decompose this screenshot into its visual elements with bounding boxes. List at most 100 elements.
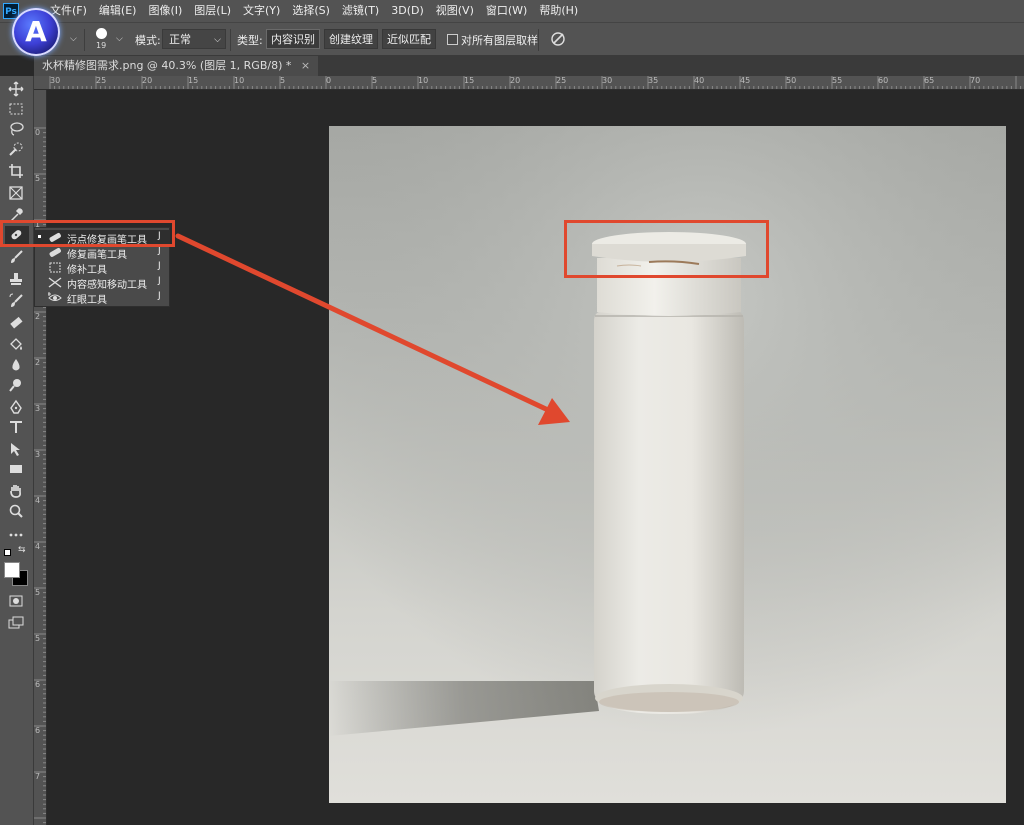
ruler-top-label: 15: [188, 76, 199, 85]
mode-value: 正常: [169, 33, 191, 46]
flyout-item-shortcut: J: [158, 261, 161, 271]
lasso-tool[interactable]: [5, 120, 29, 140]
menu-help[interactable]: 帮助(H): [533, 0, 584, 22]
swap-arrow-icon: ⇆: [18, 545, 26, 555]
quick-mask-button[interactable]: [5, 592, 29, 612]
healing-brush-icon: [49, 248, 61, 257]
menu-view[interactable]: 视图(V): [430, 0, 480, 22]
tools-panel: ⇆: [0, 76, 34, 825]
more-icon: [9, 533, 23, 537]
menu-type[interactable]: 文字(Y): [237, 0, 286, 22]
brush-chevron-down-icon[interactable]: ⌵: [116, 34, 123, 44]
flyout-item-healing-brush[interactable]: 修复画笔工具 J: [35, 245, 169, 261]
menu-window[interactable]: 窗口(W): [480, 0, 533, 22]
flyout-item-patch[interactable]: 修补工具 J: [35, 260, 169, 276]
blur-tool[interactable]: [5, 356, 29, 376]
move-icon: [8, 81, 24, 97]
ruler-left-label: 4: [35, 496, 41, 505]
menu-edit[interactable]: 编辑(E): [93, 0, 143, 22]
color-swatches[interactable]: [4, 562, 30, 588]
type-proximity-match-button[interactable]: 近似匹配: [382, 29, 436, 49]
ruler-top-label: 50: [786, 76, 797, 85]
path-selection-tool[interactable]: [5, 440, 29, 460]
type-label: 类型:: [237, 34, 263, 47]
ruler-top-label: 0: [326, 76, 332, 85]
avatar-letter: A: [25, 15, 47, 48]
brush-preview-icon[interactable]: [96, 28, 107, 39]
marquee-tool[interactable]: [5, 100, 29, 120]
ruler-top-label: 65: [924, 76, 935, 85]
quick-mask-icon: [9, 595, 23, 607]
flyout-item-label: 修复画笔工具: [67, 250, 127, 261]
document-tab-title: 水杯精修图需求.png @ 40.3% (图层 1, RGB/8) *: [42, 59, 292, 72]
sample-all-layers-checkbox[interactable]: [447, 34, 458, 45]
close-tab-icon[interactable]: ×: [301, 59, 310, 72]
menu-select[interactable]: 选择(S): [286, 0, 336, 22]
crop-tool[interactable]: [5, 162, 29, 182]
document-tab[interactable]: 水杯精修图需求.png @ 40.3% (图层 1, RGB/8) * ×: [34, 56, 319, 76]
ruler-top-label: 20: [510, 76, 521, 85]
menu-filter[interactable]: 滤镜(T): [336, 0, 385, 22]
type-tool[interactable]: [5, 418, 29, 438]
menu-layer[interactable]: 图层(L): [188, 0, 237, 22]
ruler-top-label: 15: [464, 76, 475, 85]
tool-preset-chevron-down-icon[interactable]: ⌵: [70, 34, 77, 44]
tool-highlight-box: [0, 220, 175, 247]
zoom-tool[interactable]: [5, 502, 29, 522]
move-tool[interactable]: [5, 80, 29, 100]
arrow-cursor-icon: [11, 443, 20, 456]
type-content-aware-button[interactable]: 内容识别: [266, 29, 320, 49]
rectangle-tool[interactable]: [5, 460, 29, 480]
quick-selection-tool[interactable]: [5, 140, 29, 160]
ruler-top-label: 45: [740, 76, 751, 85]
menu-image[interactable]: 图像(I): [142, 0, 188, 22]
mode-select[interactable]: 正常 ⌵: [162, 29, 226, 49]
type-create-texture-button[interactable]: 创建纹理: [324, 29, 378, 49]
brush-tool[interactable]: [5, 248, 29, 268]
clone-stamp-tool[interactable]: [5, 270, 29, 290]
menu-items: 文件(F) 编辑(E) 图像(I) 图层(L) 文字(Y) 选择(S) 滤镜(T…: [44, 0, 584, 22]
pressure-size-icon[interactable]: [550, 31, 566, 47]
flyout-item-label: 内容感知移动工具: [67, 280, 147, 291]
mode-chevron-down-icon: ⌵: [214, 35, 221, 45]
screen-mode-button[interactable]: [5, 614, 29, 634]
ruler-vertical: 0 5 1 1 2 2 3 3 4 4 5 5 6 6 7: [34, 90, 47, 825]
hand-icon: [10, 485, 22, 498]
ruler-top-label: 10: [418, 76, 429, 85]
more-tools[interactable]: [5, 526, 29, 546]
eraser-icon: [10, 316, 23, 329]
flyout-item-red-eye[interactable]: 红眼工具 J: [35, 290, 169, 306]
hand-tool[interactable]: [5, 482, 29, 502]
mode-label: 模式:: [135, 34, 161, 47]
frame-tool[interactable]: [5, 184, 29, 204]
frame-icon: [9, 186, 23, 200]
pen-tool[interactable]: [5, 398, 29, 418]
ruler-left-label: 6: [35, 726, 41, 735]
brush-size: 19: [96, 41, 107, 50]
flyout-item-shortcut: J: [158, 291, 161, 301]
paint-bucket-icon: [10, 338, 22, 350]
ruler-top-label: 5: [372, 76, 378, 85]
stamp-icon: [10, 273, 22, 285]
patch-icon: [49, 262, 61, 273]
paint-bucket-tool[interactable]: [5, 336, 29, 356]
eraser-tool[interactable]: [5, 314, 29, 334]
flyout-item-shortcut: J: [158, 276, 161, 286]
menu-3d[interactable]: 3D(D): [385, 0, 430, 22]
ruler-horizontal-ticks: [49, 76, 1022, 89]
brush-icon: [11, 250, 23, 263]
dodge-tool[interactable]: [5, 376, 29, 396]
ruler-top-label: 60: [878, 76, 889, 85]
ruler-top-label: 20: [142, 76, 153, 85]
options-bar: ⌵ 19 ⌵ 模式: 正常 ⌵ 类型: 内容识别 创建纹理 近似匹配 对所有图层…: [0, 22, 1024, 56]
flyout-item-content-aware-move[interactable]: 内容感知移动工具 J: [35, 275, 169, 291]
rectangle-icon: [10, 465, 22, 473]
foreground-color-swatch[interactable]: [4, 562, 20, 578]
separator: [538, 29, 539, 51]
flyout-item-label: 红眼工具: [67, 295, 107, 306]
swap-colors-control[interactable]: ⇆: [4, 545, 30, 558]
ruler-top-label: 55: [832, 76, 843, 85]
avatar: A: [12, 8, 60, 56]
dodge-icon: [9, 379, 21, 392]
history-brush-tool[interactable]: [5, 292, 29, 312]
